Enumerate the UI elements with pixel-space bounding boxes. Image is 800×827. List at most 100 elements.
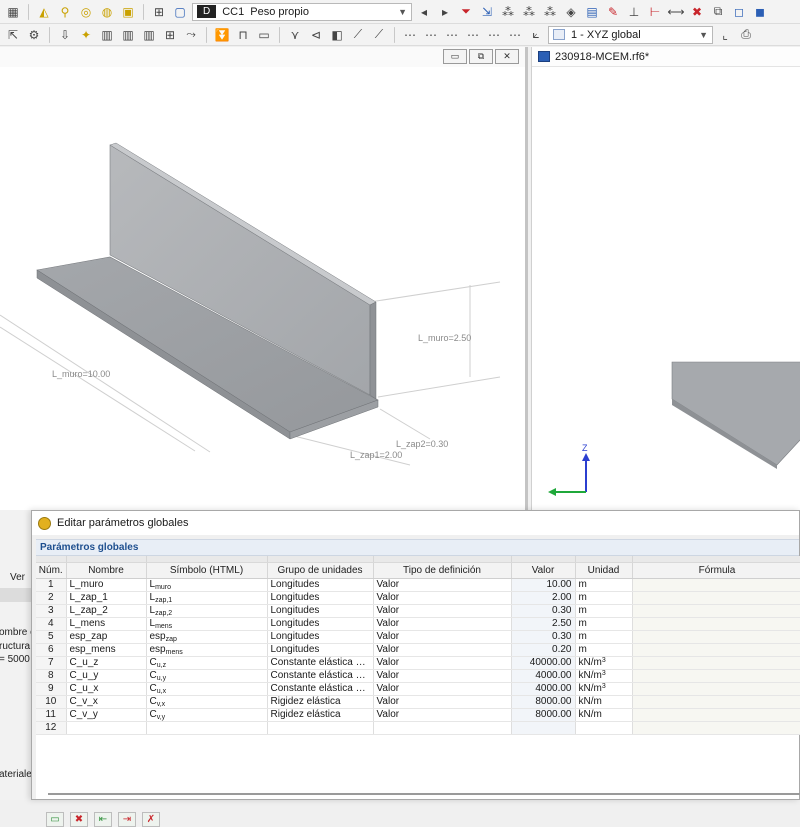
cell-valor[interactable]: 4000.00 <box>511 669 576 683</box>
panel-icon[interactable]: ▭ <box>255 26 273 44</box>
cell-tipo[interactable]: Valor <box>373 656 512 670</box>
building-icon[interactable]: ▥ <box>98 26 116 44</box>
col-header-num[interactable]: Núm. <box>36 562 67 579</box>
cell-simbolo[interactable]: Cv,x <box>146 695 268 709</box>
guide-icon[interactable]: ⋯ <box>422 26 440 44</box>
cell-nombre[interactable]: L_zap_1 <box>66 591 147 605</box>
filter-icon[interactable]: ⏷ <box>457 3 475 21</box>
table-row[interactable]: 11 C_v_y Cv,y Rigidez elástica Valor 8000.00 k… <box>36 708 800 722</box>
table-row[interactable]: 8 C_u_y Cu,y Constante elástica de... Valor 4… <box>36 669 800 683</box>
cell-formula[interactable] <box>632 669 800 683</box>
cell-tipo[interactable]: Valor <box>373 578 512 592</box>
cell-grupo[interactable] <box>267 721 374 735</box>
cell-tipo[interactable]: Valor <box>373 708 512 722</box>
col-header-unidad[interactable]: Unidad <box>575 562 633 579</box>
cell-valor[interactable]: 0.30 <box>511 604 576 618</box>
cell-formula[interactable] <box>632 682 800 696</box>
table-icon[interactable]: ▦ <box>4 3 22 21</box>
cube-icon[interactable]: ◈ <box>562 3 580 21</box>
cell-valor[interactable] <box>511 721 576 735</box>
iso-view-icon[interactable]: ◼ <box>751 3 769 21</box>
cell-valor[interactable]: 4000.00 <box>511 682 576 696</box>
col-header-simbolo[interactable]: Símbolo (HTML) <box>146 562 268 579</box>
table-row[interactable]: 10 C_v_x Cv,x Rigidez elástica Valor 8000.00 k… <box>36 695 800 709</box>
viewport-right[interactable]: 230918-MCEM.rf6* Z <box>531 47 800 510</box>
export-icon[interactable]: ⇥ <box>118 812 136 827</box>
ver-label[interactable]: Ver <box>10 572 25 583</box>
delete-row-icon[interactable]: ✖ <box>70 812 88 827</box>
table-row[interactable]: 3 L_zap_2 Lzap,2 Longitudes Valor 0.30 m <box>36 604 800 618</box>
table-row[interactable]: 1 L_muro Lmuro Longitudes Valor 10.00 m <box>36 578 800 592</box>
palette-icon[interactable]: ▢ <box>171 3 189 21</box>
cell-simbolo[interactable]: Lzap,1 <box>146 591 268 605</box>
cell-grupo[interactable]: Longitudes <box>267 578 374 592</box>
cell-simbolo[interactable]: Lmens <box>146 617 268 631</box>
line-icon[interactable]: ⟋ <box>370 26 388 44</box>
cell-nombre[interactable]: L_mens <box>66 617 147 631</box>
cell-nombre[interactable]: C_u_y <box>66 669 147 683</box>
cell-grupo[interactable]: Longitudes <box>267 630 374 644</box>
col-header-formula[interactable]: Fórmula <box>632 562 800 579</box>
cell-simbolo[interactable]: Lzap,2 <box>146 604 268 618</box>
table-row[interactable]: 7 C_u_z Cu,z Constante elástica de... Valor 4… <box>36 656 800 670</box>
support-icon[interactable]: ⊥ <box>625 3 643 21</box>
cell-simbolo[interactable]: Cu,z <box>146 656 268 670</box>
solid-icon[interactable]: ◧ <box>328 26 346 44</box>
import-icon[interactable]: ⇤ <box>94 812 112 827</box>
settings-icon[interactable]: ⚙ <box>25 26 43 44</box>
cell-grupo[interactable]: Longitudes <box>267 591 374 605</box>
box-view-icon[interactable]: ◻ <box>730 3 748 21</box>
model-icon[interactable]: ⊞ <box>161 26 179 44</box>
node-icon[interactable]: ⊞ <box>150 3 168 21</box>
copy-icon[interactable]: ⧉ <box>709 3 727 21</box>
table-scrollbar[interactable] <box>48 793 800 795</box>
shape-icon[interactable]: ⋎ <box>286 26 304 44</box>
coordinate-system-select[interactable]: 1 - XYZ global ▼ <box>548 25 713 44</box>
cell-nombre[interactable]: L_muro <box>66 578 147 592</box>
col-header-tipo[interactable]: Tipo de definición <box>373 562 512 579</box>
guide-icon[interactable]: ⋯ <box>485 26 503 44</box>
guide-icon[interactable]: ⋯ <box>401 26 419 44</box>
results-icon[interactable]: ▤ <box>583 3 601 21</box>
viewport-left[interactable]: ▭ ⧉ ✕ L_muro=10.00 L_muro=2.50 L_zap2=0.… <box>0 47 528 510</box>
cell-nombre[interactable] <box>66 721 147 735</box>
cell-simbolo[interactable]: espzap <box>146 630 268 644</box>
load-icon[interactable]: ⇲ <box>478 3 496 21</box>
axis-view-icon[interactable]: ⟀ <box>527 26 545 44</box>
cell-simbolo[interactable]: espmens <box>146 643 268 657</box>
cell-nombre[interactable]: C_v_y <box>66 708 147 722</box>
shape-icon[interactable]: ⊲ <box>307 26 325 44</box>
cell-valor[interactable]: 8000.00 <box>511 695 576 709</box>
coordinate-tool-icon[interactable]: ⌞ <box>716 26 734 44</box>
cell-nombre[interactable]: esp_zap <box>66 630 147 644</box>
cell-simbolo[interactable] <box>146 721 268 735</box>
table-row[interactable]: 4 L_mens Lmens Longitudes Valor 2.50 m <box>36 617 800 631</box>
cell-simbolo[interactable]: Cu,x <box>146 682 268 696</box>
delete-icon[interactable]: ✖ <box>688 3 706 21</box>
cell-grupo[interactable]: Longitudes <box>267 604 374 618</box>
prev-arrow-icon[interactable]: ◂ <box>415 3 433 21</box>
filter-funnel-icon[interactable]: ⏬ <box>213 26 231 44</box>
building-icon[interactable]: ▥ <box>119 26 137 44</box>
cell-grupo[interactable]: Longitudes <box>267 643 374 657</box>
cell-nombre[interactable]: C_v_x <box>66 695 147 709</box>
cell-nombre[interactable]: C_u_z <box>66 656 147 670</box>
cell-tipo[interactable]: Valor <box>373 669 512 683</box>
guide-icon[interactable]: ⋯ <box>443 26 461 44</box>
cell-formula[interactable] <box>632 643 800 657</box>
snap-icon[interactable]: ⤳ <box>182 26 200 44</box>
cell-tipo[interactable] <box>373 721 512 735</box>
magnify-icon[interactable]: ◍ <box>98 3 116 21</box>
cell-valor[interactable]: 2.50 <box>511 617 576 631</box>
member-icon[interactable]: ⊢ <box>646 3 664 21</box>
grid-view-icon[interactable]: ▣ <box>119 3 137 21</box>
pen-icon[interactable]: ✎ <box>604 3 622 21</box>
cell-valor[interactable]: 2.00 <box>511 591 576 605</box>
cell-valor[interactable]: 10.00 <box>511 578 576 592</box>
cell-formula[interactable] <box>632 656 800 670</box>
cell-tipo[interactable]: Valor <box>373 591 512 605</box>
cell-grupo[interactable]: Longitudes <box>267 617 374 631</box>
col-header-grupo[interactable]: Grupo de unidades <box>267 562 374 579</box>
guide-icon[interactable]: ⋯ <box>506 26 524 44</box>
dimension-icon[interactable]: ⟷ <box>667 3 685 21</box>
